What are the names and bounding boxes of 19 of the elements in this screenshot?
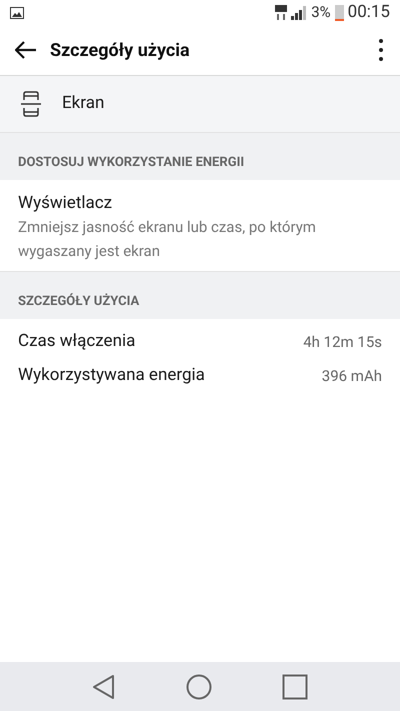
window-title: Szczegóły użycia: [50, 38, 191, 62]
home-nav-button[interactable]: [186, 674, 212, 700]
stat-label: Wykorzystywana energia: [18, 364, 205, 388]
suggestion-summary: Zmniejsz jasność ekranu lub czas, po którym wygaszany jest ekran: [18, 217, 317, 262]
section-header: SZCZEGÓŁY UŻYCIA: [18, 292, 140, 310]
phone-icon: [20, 91, 42, 117]
picture-notification-icon: [10, 6, 24, 18]
app-name: Ekran: [62, 92, 104, 116]
recents-nav-button[interactable]: [282, 674, 308, 700]
battery-percent: 3%: [311, 2, 331, 24]
battery-icon: [334, 4, 344, 21]
section-header: DOSTOSUJ WYKORZYSTANIE ENERGII: [18, 154, 244, 172]
signal-icon: [291, 6, 308, 20]
back-nav-button[interactable]: [92, 674, 116, 700]
stat-value: 396 mAh: [322, 366, 382, 387]
status-time: 00:15: [348, 0, 390, 24]
stat-label: Czas włączenia: [18, 330, 136, 354]
stat-value: 4h 12m 15s: [303, 332, 382, 353]
suggestion-title: Wyświetlacz: [18, 192, 114, 215]
